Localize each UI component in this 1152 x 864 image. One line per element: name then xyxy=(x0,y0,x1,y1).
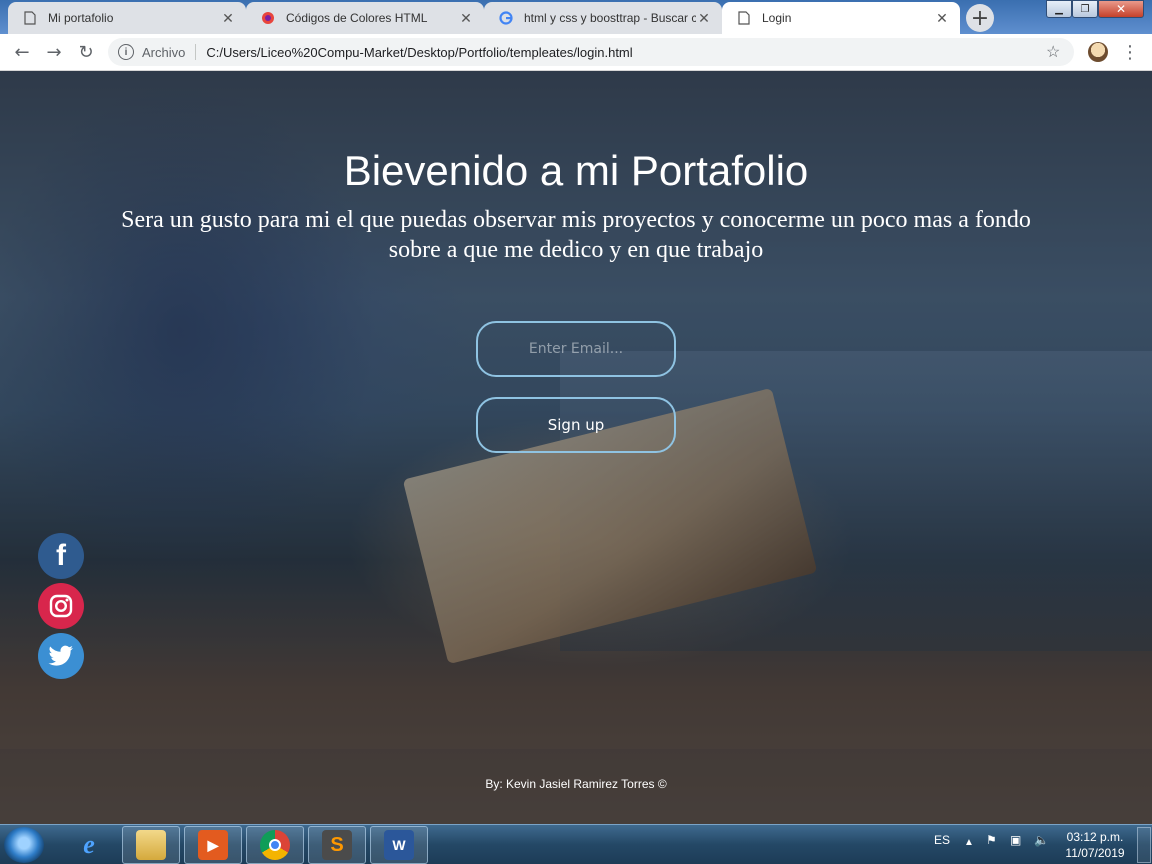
tab-title: Login xyxy=(762,11,792,25)
instagram-icon[interactable] xyxy=(38,583,84,629)
address-bar[interactable]: i Archivo C:/Users/Liceo%20Compu-Market/… xyxy=(108,38,1074,66)
close-icon[interactable]: ✕ xyxy=(934,10,950,26)
signup-button[interactable]: Sign up xyxy=(476,397,676,453)
volume-muted-icon[interactable]: 🔈 xyxy=(1034,833,1049,847)
profile-avatar[interactable] xyxy=(1088,42,1108,62)
login-page: Bievenido a mi Portafolio Sera un gusto … xyxy=(0,71,1152,824)
browser-toolbar: ← → ↻ i Archivo C:/Users/Liceo%20Compu-M… xyxy=(0,34,1152,71)
google-icon xyxy=(498,10,514,26)
email-input[interactable] xyxy=(476,321,676,377)
sublime-text-icon: S xyxy=(322,830,352,860)
new-tab-button[interactable]: + xyxy=(966,4,994,32)
close-icon[interactable]: ✕ xyxy=(696,10,712,26)
page-icon xyxy=(736,10,752,26)
clock-time: 03:12 p.m. xyxy=(1066,830,1124,844)
system-clock[interactable]: 03:12 p.m. 11/07/2019 xyxy=(1060,829,1130,861)
back-button[interactable]: ← xyxy=(10,40,34,64)
reload-button[interactable]: ↻ xyxy=(74,40,98,64)
facebook-icon[interactable]: f xyxy=(38,533,84,579)
chrome-icon xyxy=(260,830,290,860)
network-icon[interactable]: ▣ xyxy=(1010,833,1021,847)
browser-tabstrip: Mi portafolio ✕ Códigos de Colores HTML … xyxy=(0,0,1152,34)
maximize-button[interactable]: ❐ xyxy=(1072,0,1098,18)
taskbar-media-player[interactable]: ▶ xyxy=(184,826,242,864)
file-explorer-icon xyxy=(136,830,166,860)
close-icon[interactable]: ✕ xyxy=(458,10,474,26)
bookmark-star-icon[interactable]: ☆ xyxy=(1046,42,1066,62)
taskbar-chrome[interactable] xyxy=(246,826,304,864)
tab-title: Códigos de Colores HTML xyxy=(286,11,428,25)
windows-taskbar: e ▶ S W ES ▲ ⚑ ▣ 🔈 03:12 p.m. 11/07/2019 xyxy=(0,824,1152,864)
close-icon[interactable]: ✕ xyxy=(220,10,236,26)
media-player-icon: ▶ xyxy=(198,830,228,860)
url-text[interactable]: C:/Users/Liceo%20Compu-Market/Desktop/Po… xyxy=(206,45,1046,60)
close-window-button[interactable]: ✕ xyxy=(1098,0,1144,18)
site-favicon xyxy=(260,10,276,26)
tab-google-search[interactable]: html y css y boosttrap - Buscar con Goog… xyxy=(484,2,722,34)
page-subtitle: Sera un gusto para mi el que puedas obse… xyxy=(121,207,1031,263)
start-button[interactable] xyxy=(4,827,44,863)
page-title: Bievenido a mi Portafolio xyxy=(343,147,809,194)
language-indicator[interactable]: ES xyxy=(934,833,950,847)
taskbar-internet-explorer[interactable]: e xyxy=(60,826,118,864)
taskbar-file-explorer[interactable] xyxy=(122,826,180,864)
word-icon: W xyxy=(384,830,414,860)
tab-title: html y css y boosttrap - Buscar con Goog… xyxy=(524,11,696,25)
tab-title: Mi portafolio xyxy=(48,11,114,25)
twitter-icon[interactable] xyxy=(38,633,84,679)
window-controls: ▁ ❐ ✕ xyxy=(1046,0,1144,18)
tab-mi-portafolio[interactable]: Mi portafolio ✕ xyxy=(8,2,246,34)
taskbar-word[interactable]: W xyxy=(370,826,428,864)
tab-codigos-colores[interactable]: Códigos de Colores HTML ✕ xyxy=(246,2,484,34)
clock-date: 11/07/2019 xyxy=(1065,846,1125,860)
browser-menu-icon[interactable]: ⋮ xyxy=(1121,40,1139,64)
show-desktop-button[interactable] xyxy=(1137,827,1151,863)
show-hidden-icons-icon[interactable]: ▲ xyxy=(964,837,974,848)
taskbar-sublime-text[interactable]: S xyxy=(308,826,366,864)
internet-explorer-icon: e xyxy=(83,830,95,859)
scheme-label: Archivo xyxy=(142,44,186,60)
action-center-flag-icon[interactable]: ⚑ xyxy=(986,833,997,847)
forward-button[interactable]: → xyxy=(42,40,66,64)
page-footer: By: Kevin Jasiel Ramirez Torres © xyxy=(0,749,1152,824)
page-icon xyxy=(22,10,38,26)
footer-credit: By: Kevin Jasiel Ramirez Torres © xyxy=(485,777,667,791)
tab-login[interactable]: Login ✕ xyxy=(722,2,960,34)
minimize-button[interactable]: ▁ xyxy=(1046,0,1072,18)
divider xyxy=(195,44,197,60)
info-icon[interactable]: i xyxy=(118,44,134,60)
